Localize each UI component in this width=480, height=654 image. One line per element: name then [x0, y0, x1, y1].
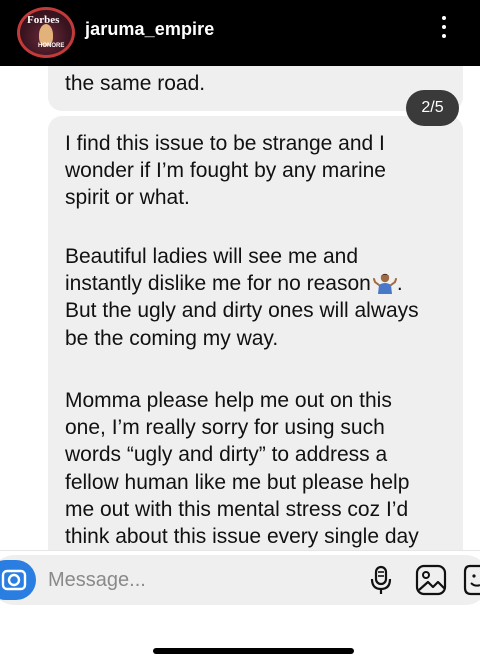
sticker-button[interactable]: [462, 563, 480, 597]
avatar-badge-text: HONORE: [38, 43, 65, 49]
previous-message-text: the same road.: [65, 72, 206, 95]
message-line: spirit or what.: [65, 186, 190, 210]
message-line: me out with this mental stress coz I’d: [65, 497, 409, 521]
message-line: Momma please help me out on this: [65, 389, 392, 412]
message-input[interactable]: [48, 565, 298, 595]
message-line: one, I’m really sorry for using such: [65, 416, 385, 440]
message-line-with-emoji: instantly dislike me for no reason .: [65, 270, 460, 297]
message-line: be the coming my way.: [65, 326, 279, 350]
message-line: words “ugly and dirty” to address a: [65, 443, 388, 467]
camera-icon: [1, 569, 27, 591]
profile-username[interactable]: jaruma_empire: [85, 19, 214, 40]
microphone-button[interactable]: [364, 563, 398, 597]
person-shrugging-emoji-icon: [372, 274, 397, 295]
more-options-icon[interactable]: [440, 16, 448, 42]
profile-avatar[interactable]: Forbes HONORE: [17, 7, 75, 58]
header-bar: Forbes HONORE jaruma_empire: [0, 0, 480, 66]
message-bubble[interactable]: I find this issue to be strange and I wo…: [48, 116, 463, 566]
message-line: wonder if I’m fought by any marine: [65, 159, 386, 183]
home-indicator[interactable]: [153, 648, 354, 654]
page-indicator-badge: 2/5: [406, 90, 459, 126]
message-paragraph-2: Beautiful ladies will see me and instant…: [65, 243, 460, 352]
kebab-dot: [442, 25, 446, 29]
message-paragraph-1: I find this issue to be strange and I wo…: [65, 130, 460, 212]
message-line: think about this issue every single day: [65, 525, 419, 549]
message-line-text: .: [396, 272, 403, 296]
kebab-dot: [442, 34, 446, 38]
kebab-dot: [442, 16, 446, 20]
gallery-icon: [415, 564, 447, 596]
message-line: fellow human like me but please help: [65, 470, 410, 494]
message-paragraph-3: Momma please help me out on this one, I’…: [65, 387, 460, 550]
message-line: But the ugly and dirty ones will always: [65, 299, 419, 323]
gallery-button[interactable]: [414, 563, 448, 597]
message-line: Beautiful ladies will see me and: [65, 245, 358, 268]
message-composer: [0, 550, 480, 608]
camera-button[interactable]: [0, 560, 36, 600]
message-line: I find this issue to be strange and I: [65, 132, 385, 155]
microphone-icon: [370, 565, 392, 594]
message-line-text: instantly dislike me for no reason: [65, 272, 371, 296]
sticker-icon: [463, 564, 480, 596]
previous-message-bubble: the same road.: [48, 66, 463, 111]
